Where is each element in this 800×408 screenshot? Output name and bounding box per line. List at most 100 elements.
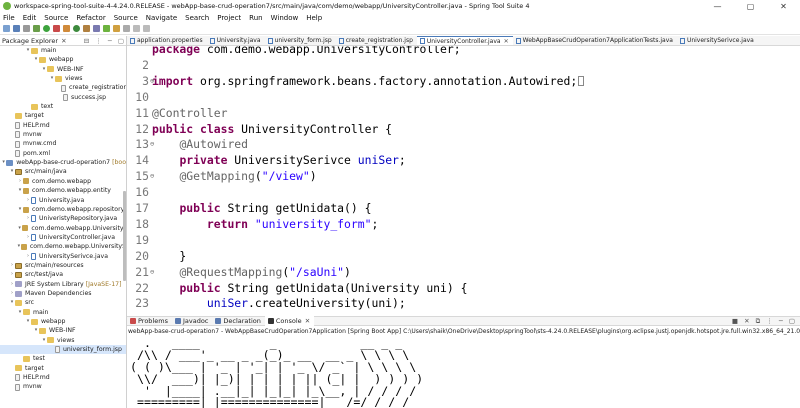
code-line[interactable]: 13 ⊖ @Autowired [127, 137, 800, 153]
tree-item[interactable]: target [0, 111, 126, 120]
menu-item-search[interactable]: Search [185, 14, 209, 22]
code-line[interactable]: 18 return "university_form"; [127, 217, 800, 233]
tree-item[interactable]: HELP.md [0, 373, 126, 382]
minimize-button[interactable]: — [701, 2, 734, 11]
editor-tab[interactable]: University.java [207, 36, 265, 45]
open-type-icon[interactable] [83, 25, 90, 32]
console-tab-console[interactable]: Console ✕ [264, 316, 315, 326]
tree-item[interactable]: ▾ webapp [0, 317, 126, 326]
menu-item-source[interactable]: Source [114, 14, 138, 22]
stop-icon[interactable] [53, 25, 60, 32]
code-line[interactable]: package com.demo.webapp.UniversityContro… [127, 46, 800, 58]
code-line[interactable]: 22 public String getUnidata(University u… [127, 281, 800, 297]
print-icon[interactable] [23, 25, 30, 32]
code-line[interactable]: 20 } [127, 249, 800, 265]
tree-item[interactable]: HELP.md [0, 121, 126, 130]
debug-icon[interactable] [33, 25, 40, 32]
tree-item[interactable]: ▾ com.demo.webapp.UniversityS [0, 242, 126, 251]
tree-item[interactable]: › UniversitySerivce.java [0, 252, 126, 261]
code-line[interactable]: 17 public String getUnidata() { [127, 201, 800, 217]
tree-item[interactable]: › UniversityController.java [0, 233, 126, 242]
tree-item[interactable]: ▾ com.demo.webapp.Universityt [0, 224, 126, 233]
external-tools-icon[interactable] [63, 25, 70, 32]
tree-item[interactable]: › Maven Dependencies [0, 289, 126, 298]
console-tab-problems[interactable]: Problems [127, 316, 172, 326]
code-line[interactable]: 23 uniSer.createUniversity(uni); [127, 296, 800, 310]
tree-item[interactable]: mvnw [0, 382, 126, 391]
code-line[interactable]: 2 [127, 58, 800, 74]
menu-item-project[interactable]: Project [217, 14, 241, 22]
tree-item[interactable]: › src/main/resources [0, 261, 126, 270]
tree-item[interactable]: ▾ webapp [0, 55, 126, 64]
tab-package-explorer[interactable]: Package Explorer ✕ [0, 36, 69, 45]
tree-item[interactable]: mvnw [0, 130, 126, 139]
code-line[interactable]: 19 [127, 233, 800, 249]
code-line[interactable]: 15 ⊖ @GetMapping("/view") [127, 169, 800, 185]
package-explorer-scrollbar[interactable] [123, 191, 126, 281]
tree-item[interactable]: ▾ WEB-INF [0, 326, 126, 335]
tree-item[interactable]: mvnw.cmd [0, 139, 126, 148]
menu-item-file[interactable]: File [3, 14, 15, 22]
new-icon[interactable] [3, 25, 10, 32]
tree-item[interactable]: ▾ src/main/java [0, 167, 126, 176]
tree-item[interactable]: ▾ com.demo.webapp.entity [0, 186, 126, 195]
close-icon[interactable]: ✕ [504, 38, 509, 45]
console-toolbar-icons[interactable]: ■ ✕ ⧉ ⋮ ─ ▢ [732, 317, 800, 326]
code-line[interactable]: 14 private UniversitySerivce uniSer; [127, 153, 800, 169]
close-icon[interactable]: ✕ [61, 37, 66, 45]
tree-item[interactable]: ▾ main [0, 308, 126, 317]
run-icon[interactable] [43, 25, 50, 32]
tree-item[interactable]: ▾ com.demo.webapp.repository [0, 205, 126, 214]
new-java-class-icon[interactable] [73, 25, 80, 32]
tree-item[interactable]: university_form.jsp [0, 345, 126, 355]
close-window-button[interactable]: ✕ [767, 2, 800, 11]
view-menu-icons[interactable]: ⊟ ⋮ ─ ▢ [84, 37, 126, 45]
tree-item[interactable]: ▾ views [0, 336, 126, 345]
editor-tab[interactable]: application.properties [127, 36, 207, 45]
code-editor[interactable]: package com.demo.webapp.UniversityContro… [127, 46, 800, 310]
menu-item-navigate[interactable]: Navigate [146, 14, 177, 22]
tree-item[interactable]: success.jsp [0, 93, 126, 102]
tree-item[interactable]: › University.java [0, 196, 126, 205]
menu-item-refactor[interactable]: Refactor [76, 14, 105, 22]
code-line[interactable]: 12 public class UniversityController { [127, 122, 800, 138]
menu-item-edit[interactable]: Edit [23, 14, 37, 22]
tree-item[interactable]: › com.demo.webapp [0, 177, 126, 186]
console-tab-declaration[interactable]: Declaration [212, 316, 264, 326]
tree-item[interactable]: ▾ main [0, 46, 126, 55]
back-icon[interactable] [133, 25, 140, 32]
tree-item[interactable]: test [0, 354, 126, 363]
search-icon[interactable] [93, 25, 100, 32]
editor-tab[interactable]: UniversityController.java ✕ [416, 36, 513, 45]
code-line[interactable]: 16 [127, 185, 800, 201]
tree-item[interactable]: › UniveristyRepository.java [0, 214, 126, 223]
tree-item[interactable]: create_registratior [0, 83, 126, 92]
spring-boot-dashboard-icon[interactable] [103, 25, 110, 32]
menu-item-window[interactable]: Window [271, 14, 299, 22]
console-tab-javadoc[interactable]: Javadoc [172, 316, 212, 326]
tree-item[interactable]: target [0, 364, 126, 373]
tree-item[interactable]: ▾ src [0, 298, 126, 307]
code-line[interactable]: 11 @Controller [127, 106, 800, 122]
editor-tab[interactable]: WebAppBaseCrudOperation7ApplicationTests… [513, 36, 677, 45]
annotation-icon[interactable] [113, 25, 120, 32]
menu-item-run[interactable]: Run [249, 14, 262, 22]
tree-item[interactable]: › src/test/java [0, 270, 126, 279]
menu-item-source[interactable]: Source [44, 14, 68, 22]
tree-item[interactable]: ▾ webApp-base-crud-operation7 [boo [0, 158, 126, 167]
tree-item[interactable]: ▾ WEB-INF [0, 65, 126, 74]
editor-tab[interactable]: create_registration.jsp [336, 36, 417, 45]
save-icon[interactable] [13, 25, 20, 32]
code-line[interactable]: 3 ⊕ import org.springframework.beans.facto… [127, 74, 800, 90]
forward-icon[interactable] [143, 25, 150, 32]
tree-item[interactable]: ▾ views [0, 74, 126, 83]
close-icon[interactable]: ✕ [305, 317, 310, 325]
code-line[interactable]: 21 ⊖ @RequestMapping("/saUni") [127, 265, 800, 281]
tree-item[interactable]: › JRE System Library [JavaSE-17] [0, 280, 126, 289]
menu-item-help[interactable]: Help [306, 14, 322, 22]
editor-tab[interactable]: UniversitySerivce.java [677, 36, 758, 45]
tree-item[interactable]: pom.xml [0, 149, 126, 158]
console-output[interactable]: . ____ _ __ _ _ /\\ / ___'_ __ _ _(_)_ _… [130, 338, 800, 408]
folded-imports-icon[interactable] [578, 76, 585, 87]
tree-item[interactable]: text [0, 102, 126, 111]
